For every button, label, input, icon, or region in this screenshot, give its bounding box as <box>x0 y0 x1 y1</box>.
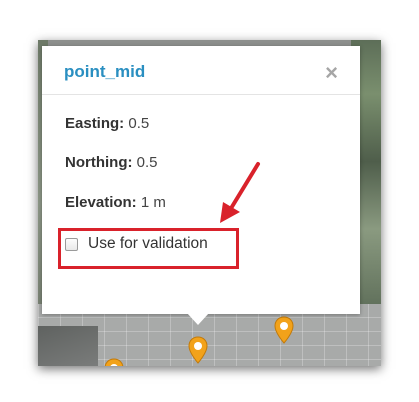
point-info-popup: point_mid × Easting: 0.5 Northing: 0.5 E… <box>42 46 360 314</box>
popup-pointer <box>187 313 209 325</box>
annotation-highlight-box <box>58 228 239 269</box>
northing-value: 0.5 <box>136 154 158 171</box>
annotation-arrow-icon <box>220 162 260 223</box>
map-pin-icon[interactable] <box>274 316 294 344</box>
northing-field: Northing: 0.5 <box>65 154 158 171</box>
elevation-value: 1 m <box>140 194 166 211</box>
map-shadow-area <box>38 326 98 366</box>
northing-label: Northing: <box>65 154 133 171</box>
easting-field: Easting: 0.5 <box>65 115 149 132</box>
easting-value: 0.5 <box>128 115 150 132</box>
popup-header: point_mid × <box>42 46 360 95</box>
screenshot-stage: point_mid × Easting: 0.5 Northing: 0.5 E… <box>0 0 419 402</box>
close-icon[interactable]: × <box>325 62 338 84</box>
easting-label: Easting: <box>65 115 125 132</box>
elevation-label: Elevation: <box>65 194 137 211</box>
elevation-field: Elevation: 1 m <box>65 194 166 211</box>
map-pin-icon[interactable] <box>104 358 124 366</box>
map-pin-icon[interactable] <box>188 336 208 364</box>
popup-title: point_mid <box>64 62 146 81</box>
